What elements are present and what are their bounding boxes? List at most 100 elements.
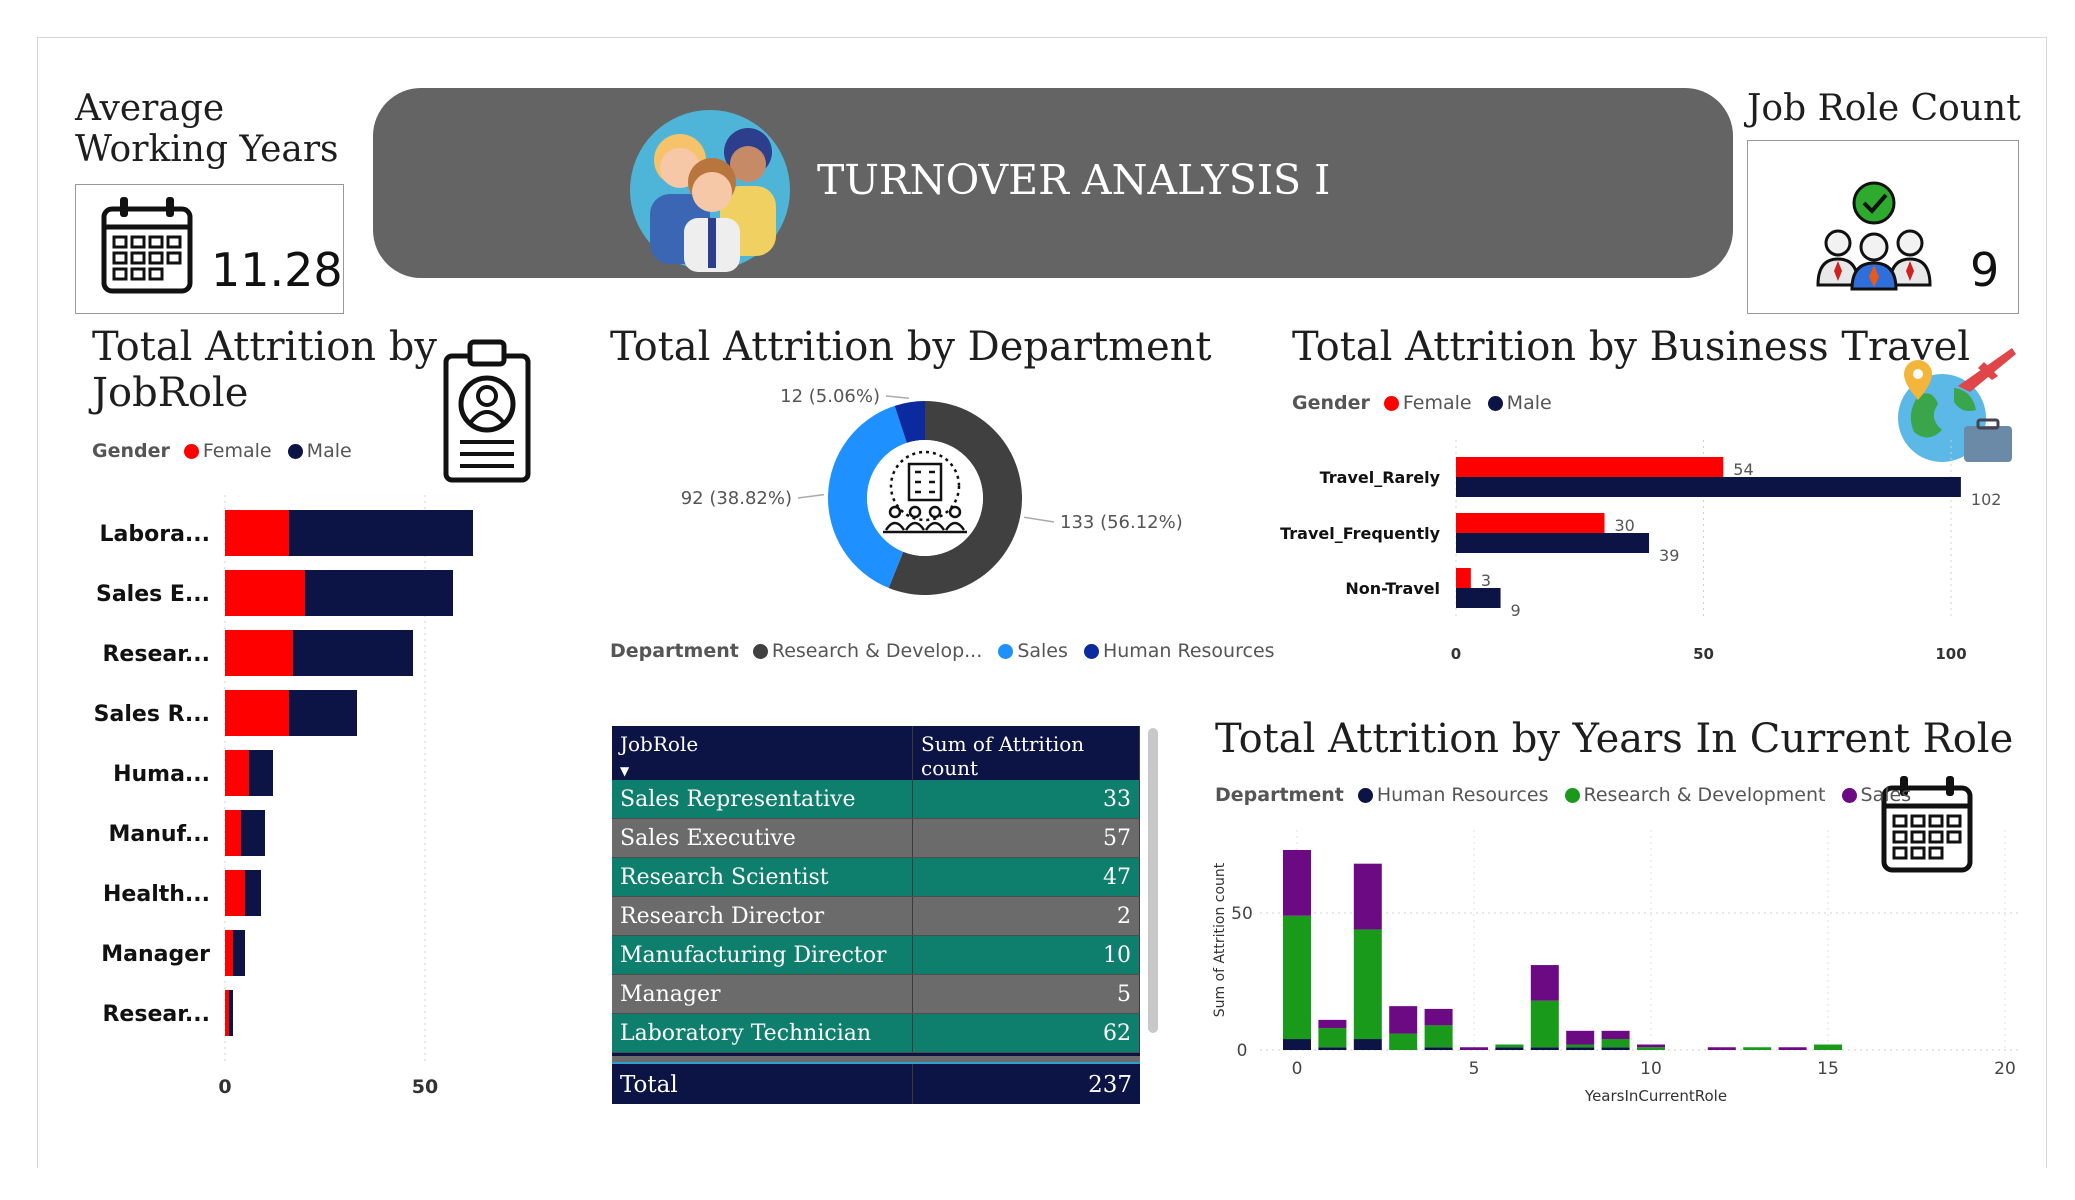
column-segment[interactable] [1637, 1047, 1665, 1050]
column-segment[interactable] [1353, 1039, 1382, 1050]
department-legend-hr[interactable]: Human Resources [1103, 640, 1275, 662]
column-segment[interactable] [1389, 1006, 1418, 1034]
years-legend-hr[interactable]: Human Resources [1377, 784, 1549, 806]
bar-male[interactable] [241, 810, 265, 856]
category-label: Health... [103, 882, 210, 907]
x-tick-label: 100 [1935, 645, 1966, 663]
hr-legend-dot [1357, 788, 1373, 803]
column-segment[interactable] [1637, 1044, 1665, 1048]
department-legend-rd[interactable]: Research & Develop... [772, 640, 982, 662]
column-segment[interactable] [1601, 1047, 1630, 1050]
column-segment[interactable] [1566, 1030, 1595, 1045]
bar-male[interactable] [1456, 588, 1501, 608]
column-segment[interactable] [1778, 1047, 1807, 1050]
bar-female[interactable] [225, 690, 289, 736]
rd-legend-dot [1564, 788, 1580, 803]
column-segment[interactable] [1424, 1025, 1453, 1048]
bar-male[interactable] [289, 510, 473, 556]
column-segment[interactable] [1283, 915, 1311, 1040]
table-row[interactable]: Research Director 2 [612, 896, 1140, 936]
table-total-label: Total [620, 1072, 678, 1098]
table-row[interactable]: Sales Executive 57 [612, 818, 1140, 858]
column-segment[interactable] [1353, 929, 1382, 1040]
column-segment[interactable] [1814, 1044, 1842, 1050]
column-segment[interactable] [1495, 1044, 1524, 1048]
column-segment[interactable] [1530, 1000, 1559, 1048]
table-row[interactable]: Manager 5 [612, 974, 1140, 1014]
male-legend-dot [1487, 396, 1503, 411]
bar-female[interactable] [225, 870, 245, 916]
bar-female[interactable] [1456, 457, 1724, 477]
column-segment[interactable] [1530, 1047, 1559, 1050]
bar-data-label: 54 [1733, 460, 1753, 479]
years-legend-rd[interactable]: Research & Development [1584, 784, 1826, 806]
column-segment[interactable] [1743, 1047, 1772, 1050]
table-scrollbar[interactable] [1148, 728, 1158, 1033]
travel-legend-female[interactable]: Female [1403, 392, 1472, 414]
table-cell-attrition: 33 [912, 780, 1140, 819]
bar-male[interactable] [233, 930, 245, 976]
jobrole-chart-title: Total Attrition by JobRole [92, 324, 437, 416]
bar-male[interactable] [1456, 533, 1650, 553]
years-legend-sales[interactable]: Sales [1861, 784, 1912, 806]
column-segment[interactable] [1353, 863, 1382, 930]
bar-male[interactable] [229, 990, 233, 1036]
column-segment[interactable] [1530, 965, 1559, 1001]
bar-male[interactable] [293, 630, 413, 676]
column-segment[interactable] [1601, 1030, 1630, 1040]
column-segment[interactable] [1424, 1008, 1453, 1026]
department-legend-sales[interactable]: Sales [1017, 640, 1068, 662]
table-total-value: 237 [1088, 1072, 1132, 1098]
avg-working-years-card: 11.28 [75, 184, 344, 314]
male-legend-dot [287, 444, 303, 459]
column-segment[interactable] [1707, 1047, 1736, 1050]
bar-male[interactable] [249, 750, 273, 796]
bar-female[interactable] [1456, 568, 1471, 588]
x-tick-label: 5 [1469, 1059, 1480, 1079]
bar-male[interactable] [245, 870, 261, 916]
bar-female[interactable] [225, 630, 293, 676]
column-segment[interactable] [1460, 1047, 1488, 1050]
bar-female[interactable] [225, 930, 233, 976]
sales-legend-dot [1841, 788, 1857, 803]
department-legend-label: Department [610, 640, 739, 662]
travel-legend-male[interactable]: Male [1507, 392, 1552, 414]
column-segment[interactable] [1566, 1047, 1595, 1050]
column-segment[interactable] [1318, 1028, 1347, 1048]
column-segment[interactable] [1389, 1033, 1418, 1050]
bar-male[interactable] [289, 690, 357, 736]
column-segment[interactable] [1424, 1047, 1453, 1050]
bar-female[interactable] [1456, 513, 1605, 533]
jobrole-legend-male[interactable]: Male [307, 440, 352, 462]
jobrole-bar-chart: 0 50 Labora... Sales E... Resear... Sales R..… [94, 495, 473, 1098]
table-row[interactable]: Manufacturing Director 10 [612, 935, 1140, 975]
y-axis-title: Sum of Attrition count [1212, 862, 1228, 1017]
bar-data-label: 30 [1615, 516, 1635, 535]
table-row[interactable]: Sales Representative 33 [612, 780, 1140, 819]
table-row[interactable]: Laboratory Technician 62 [612, 1013, 1140, 1053]
bar-male[interactable] [305, 570, 453, 616]
department-legend: Department Research & Develop... Sales H… [610, 640, 1277, 662]
bar-female[interactable] [225, 810, 241, 856]
bar-female[interactable] [225, 750, 249, 796]
column-segment[interactable] [1318, 1047, 1347, 1050]
bar-female[interactable] [225, 570, 305, 616]
category-label: Labora... [100, 522, 211, 547]
column-segment[interactable] [1495, 1047, 1524, 1050]
column-segment[interactable] [1318, 1019, 1347, 1029]
jobrole-legend-female[interactable]: Female [203, 440, 272, 462]
table-header-attrition[interactable]: Sum of Attrition count [912, 726, 1140, 780]
column-segment[interactable] [1566, 1044, 1595, 1048]
table-row[interactable]: Research Scientist 47 [612, 857, 1140, 897]
column-segment[interactable] [1601, 1039, 1630, 1048]
bar-male[interactable] [1456, 477, 1961, 497]
x-tick-label: 50 [412, 1076, 438, 1098]
table-header-jobrole[interactable]: JobRole ▼ [612, 726, 913, 780]
category-label: Huma... [113, 762, 210, 787]
bar-female[interactable] [225, 510, 289, 556]
table-cell-jobrole: Research Director [612, 896, 913, 936]
column-segment[interactable] [1283, 849, 1311, 916]
column-segment[interactable] [1283, 1039, 1311, 1050]
x-tick-label: 10 [1640, 1059, 1662, 1079]
bar-female[interactable] [225, 990, 229, 1036]
